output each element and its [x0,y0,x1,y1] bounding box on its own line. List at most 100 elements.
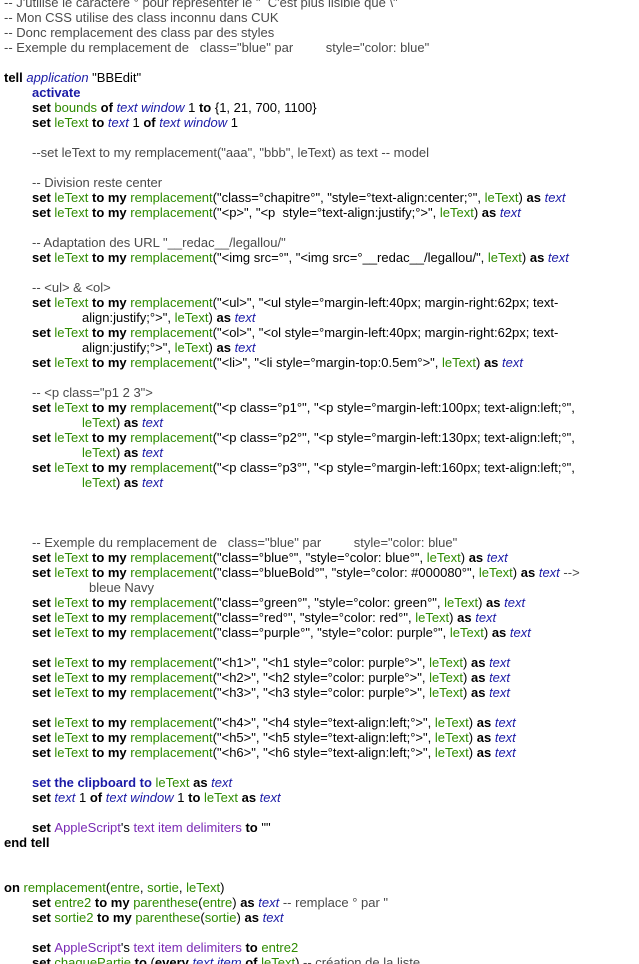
code-token: ("<ul>", "<ul style=°margin-left:40px; m… [212,295,559,310]
code-token: set [32,745,55,760]
code-token: set [32,325,55,340]
code-line: set bounds of text window 1 to {1, 21, 7… [32,100,317,115]
code-token: to [241,940,262,955]
code-token: ) [473,205,482,220]
code-line: -- Exemple du remplacement de class="blu… [32,535,457,550]
code-line: -- J'utilise le caractère ° pour représe… [4,0,398,10]
code-line: set leText to my remplacement("<ul>", "<… [32,295,558,310]
code-token: leText [429,655,464,670]
code-line: set chaquePartie to (every text item of … [32,955,420,964]
code-token: remplacement [130,595,213,610]
code-token: text [258,895,280,910]
code-token: remplacement [130,400,213,415]
code-token: leText [82,415,116,430]
code-token: end tell [4,835,50,850]
code-token: set the clipboard to [32,775,156,790]
code-token: ) [115,475,124,490]
code-token: to my [88,565,131,580]
code-token: set [32,100,55,115]
code-token: text [509,625,531,640]
code-token: bleue Navy [89,580,155,595]
code-token: activate [32,85,81,100]
code-token: leText [54,550,89,565]
code-token: to my [88,730,131,745]
code-token: align:justify;°>", [82,340,175,355]
script-editor[interactable]: -- J'utilise le caractère ° pour représe… [0,0,639,964]
code-token: leText [54,685,89,700]
code-token: ("class=°blueBold°", "style=°color: #000… [212,565,479,580]
code-line: set AppleScript's text item delimiters t… [32,820,271,835]
code-token: leText [54,205,89,220]
code-token: as [520,565,539,580]
code-token: as [529,250,548,265]
code-line: set leText to my remplacement("<p class=… [32,460,575,475]
code-token: leText [204,790,238,805]
code-token: 's [120,820,134,835]
code-token: chaquePartie [54,955,132,964]
code-token: to [88,115,108,130]
code-line: -- Mon CSS utilise des class inconnu dan… [4,10,279,25]
code-token: ) [463,655,471,670]
code-token: of [89,790,106,805]
code-token: to [131,955,151,964]
code-token: ) [478,595,487,610]
code-token: leText [54,670,89,685]
code-token: ("class=°blue°", "style=°color: blue°", [212,550,427,565]
code-token: set [32,910,55,925]
code-token: as [486,595,505,610]
code-token: {1, 21, 700, 1100} [211,100,317,115]
code-token: leText [54,115,89,130]
code-token: -- Adaptation des URL "__redac__/legallo… [32,235,286,250]
code-token: ) [220,880,225,895]
code-token: ("<p class=°p3°", "<p style=°margin-left… [212,460,575,475]
code-token: text [494,745,516,760]
code-token: remplacement [130,610,213,625]
code-token: set [32,190,55,205]
code-token: leText [54,355,89,370]
code-line: set leText to my remplacement("<p class=… [32,430,575,445]
code-line: -- <p class="p1 2 3"> [32,385,153,400]
code-token: set [32,355,55,370]
code-token: leText [415,610,450,625]
code-token: as [470,655,490,670]
code-token: remplacement [130,355,213,370]
code-token: ("class=°red°", "style=°color: red°", [212,610,416,625]
code-line: set leText to text 1 of text window 1 [32,115,238,130]
code-token: to my [88,295,131,310]
code-token: leText [54,655,89,670]
code-token: leText [487,250,522,265]
code-token: ) [460,550,469,565]
code-token: ) [483,625,492,640]
code-token: set [32,625,55,640]
code-token: ("class=°purple°", "style=°color: purple… [212,625,450,640]
code-line: leText) as text [82,445,163,460]
code-token: 1 [227,115,238,130]
code-token: leText [484,190,519,205]
code-line: -- Division reste center [32,175,162,190]
code-line: -- Donc remplacement des class par des s… [4,25,274,40]
code-token: leText [426,550,461,565]
code-token: to my [88,745,131,760]
code-token: as [123,415,142,430]
code-token: remplacement [130,295,213,310]
code-token: to my [88,190,131,205]
code-token: ("<li>", "<li style=°margin-top:0.5em°>"… [212,355,443,370]
code-token: parenthese [135,910,201,925]
code-token: to my [88,325,131,340]
code-token: text [234,310,256,325]
code-line: set leText to my remplacement("class=°bl… [32,565,580,580]
code-token: set [32,715,55,730]
code-token: leText [174,340,209,355]
code-token: sortie [204,910,237,925]
code-token: ("<img src=°", "<img src=°__redac__/lega… [212,250,488,265]
code-token: text [142,475,163,490]
code-token: leText [439,205,474,220]
code-token: to my [88,430,131,445]
code-token: ) [521,250,530,265]
code-token: leText [155,775,190,790]
code-token: ("<h5>", "<h5 style=°text-align:left;°>"… [212,730,435,745]
code-line: set text 1 of text window 1 to leText as… [32,790,281,805]
code-token: to my [88,595,131,610]
code-token: text item delimiters [133,820,242,835]
code-line: leText) as text [82,475,163,490]
